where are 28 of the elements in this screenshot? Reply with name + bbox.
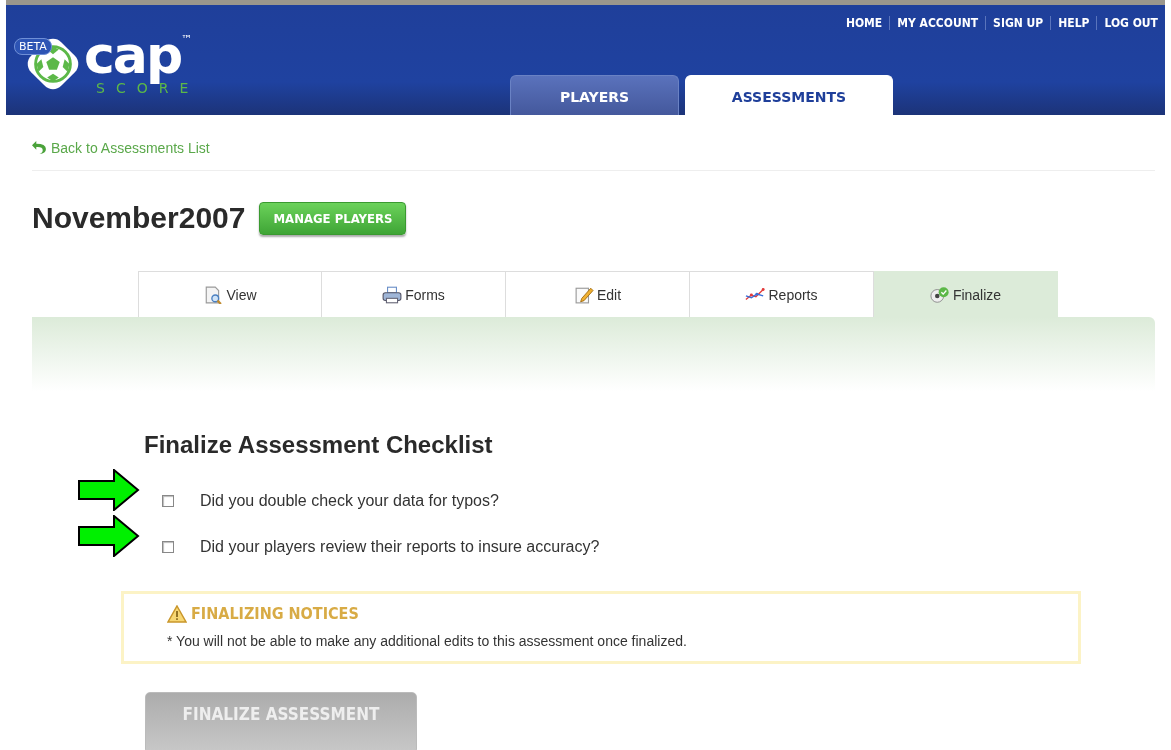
checklist-item-label: Did your players review their reports to insure accuracy?: [200, 538, 600, 556]
warning-icon: [167, 604, 187, 623]
section-tab[interactable]: Edit: [506, 271, 690, 317]
checklist-item-label: Did you double check your data for typos?: [200, 492, 499, 510]
printer-icon: [382, 285, 403, 304]
checklist-heading: Finalize Assessment Checklist: [144, 431, 494, 459]
notice-title: FINALIZING NOTICES: [191, 604, 359, 623]
section-tab[interactable]: Forms: [322, 271, 506, 317]
checkbox[interactable]: [162, 541, 174, 553]
beta-badge: BETA: [14, 38, 52, 55]
section-tab[interactable]: View: [138, 271, 322, 317]
nav-tab[interactable]: ASSESSMENTS: [685, 75, 893, 115]
ball-checkmark-icon: [929, 285, 950, 304]
nav-tab[interactable]: PLAYERS: [510, 75, 679, 115]
trademark-sign: ™: [181, 33, 193, 46]
section-tab[interactable]: Reports: [690, 271, 874, 317]
top-nav-link[interactable]: LOG OUT: [1096, 16, 1165, 30]
checkbox[interactable]: [162, 495, 174, 507]
pencil-note-icon: [573, 285, 594, 304]
top-nav-link[interactable]: MY ACCOUNT: [889, 16, 986, 30]
top-nav-link[interactable]: HELP: [1050, 16, 1097, 30]
section-tab[interactable]: Finalize: [874, 271, 1058, 317]
document-magnifier-icon: [203, 285, 224, 304]
back-arrow-icon: [32, 140, 47, 155]
notice-text: * You will not be able to make any additional edits to this assessment once finalized.: [167, 633, 688, 649]
top-nav-link[interactable]: HOME: [838, 16, 890, 30]
assessment-title: November2007: [32, 201, 246, 235]
top-nav-link[interactable]: SIGN UP: [985, 16, 1051, 30]
